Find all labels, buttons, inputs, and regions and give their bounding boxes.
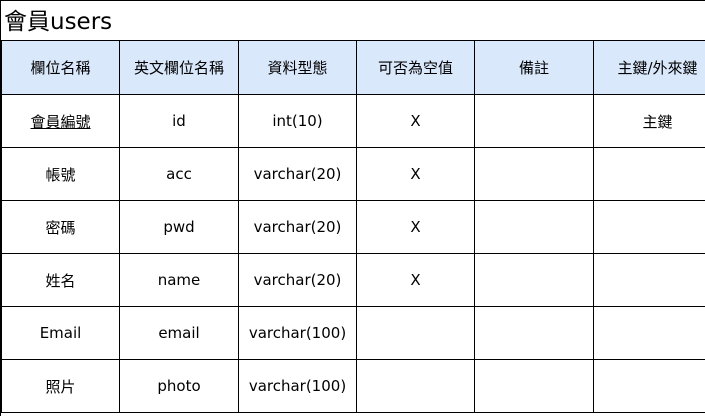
table-row: 密碼 pwd varchar(20) X [1,200,705,254]
header-row: 欄位名稱 英文欄位名稱 資料型態 可否為空值 備註 主鍵/外來鍵 [1,40,705,95]
header-note: 備註 [474,40,594,95]
cell-note [474,253,594,307]
header-data-type: 資料型態 [238,40,357,95]
table-row: Email email varchar(100) [1,306,705,360]
cell-note [474,306,594,360]
cell-key: 主鍵 [593,94,705,148]
header-english-name: 英文欄位名稱 [119,40,239,95]
cell-nullable: X [356,94,475,148]
table-title: 會員users [4,9,113,35]
cell-note [474,359,594,413]
cell-field-name: 姓名 [1,253,120,307]
cell-field-name: 照片 [1,359,120,413]
table-row: 照片 photo varchar(100) [1,359,705,413]
cell-field-name: 帳號 [1,147,120,201]
cell-key [593,359,705,413]
header-key: 主鍵/外來鍵 [593,40,705,95]
table-frame: 會員users 欄位名稱 英文欄位名稱 資料型態 可否為空值 備註 主鍵/外來鍵… [0,0,705,416]
schema-table: 欄位名稱 英文欄位名稱 資料型態 可否為空值 備註 主鍵/外來鍵 會員編號 id… [1,40,705,413]
table-row: 姓名 name varchar(20) X [1,253,705,307]
cell-nullable [356,359,475,413]
cell-english-name: photo [119,359,239,413]
table-row: 帳號 acc varchar(20) X [1,147,705,201]
cell-field-name: Email [1,306,120,360]
cell-note [474,147,594,201]
cell-english-name: name [119,253,239,307]
cell-data-type: varchar(20) [238,200,357,254]
cell-english-name: pwd [119,200,239,254]
cell-data-type: varchar(20) [238,253,357,307]
cell-note [474,94,594,148]
cell-key [593,147,705,201]
header-nullable: 可否為空值 [356,40,475,95]
cell-nullable [356,306,475,360]
cell-key [593,253,705,307]
cell-note [474,200,594,254]
cell-data-type: varchar(100) [238,306,357,360]
cell-key [593,306,705,360]
cell-nullable: X [356,253,475,307]
cell-field-name: 密碼 [1,200,120,254]
cell-data-type: int(10) [238,94,357,148]
cell-nullable: X [356,200,475,254]
cell-data-type: varchar(100) [238,359,357,413]
cell-field-name: 會員編號 [1,94,120,148]
cell-english-name: email [119,306,239,360]
table-row: 會員編號 id int(10) X 主鍵 [1,94,705,148]
cell-english-name: id [119,94,239,148]
header-field-name: 欄位名稱 [1,40,120,95]
cell-key [593,200,705,254]
cell-english-name: acc [119,147,239,201]
cell-data-type: varchar(20) [238,147,357,201]
cell-nullable: X [356,147,475,201]
